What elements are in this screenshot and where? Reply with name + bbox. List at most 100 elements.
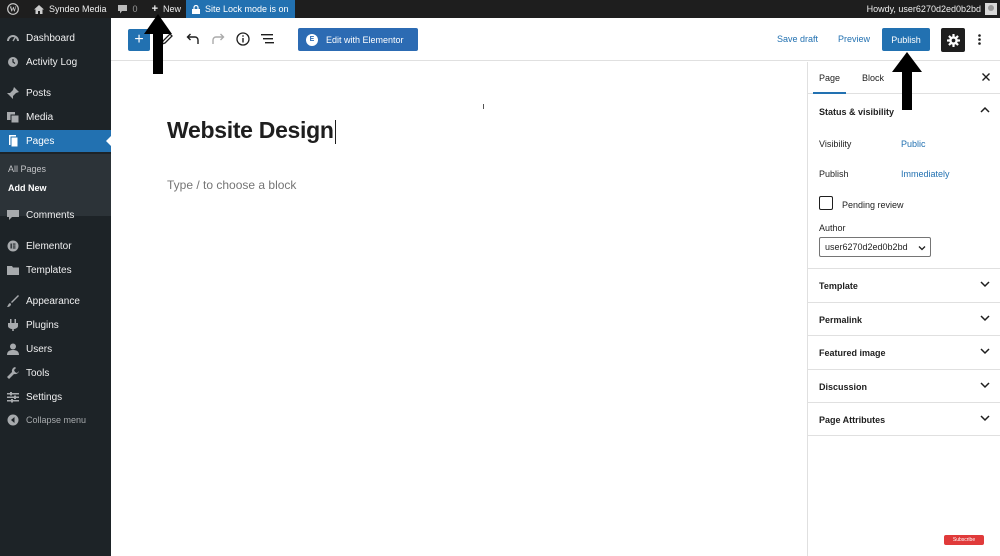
close-panel-button[interactable] — [980, 71, 992, 83]
site-name: Syndeo Media — [49, 4, 107, 14]
publish-label: Publish — [819, 169, 849, 179]
subscribe-badge[interactable]: Subscribe — [944, 535, 984, 545]
section-title: Featured image — [819, 348, 886, 358]
sidebar-item-label: Tools — [26, 367, 50, 379]
elementor-icon — [6, 239, 20, 253]
list-view-icon — [261, 34, 274, 44]
visibility-toggle[interactable]: Public — [901, 139, 926, 149]
sidebar-item-label: Templates — [26, 264, 72, 276]
redo-button[interactable] — [210, 31, 226, 47]
chevron-down-icon — [980, 314, 990, 324]
section-discussion[interactable]: Discussion — [808, 369, 1000, 403]
section-permalink[interactable]: Permalink — [808, 302, 1000, 336]
sidebar-item-pages[interactable]: Pages — [0, 130, 111, 152]
plus-icon: + — [134, 31, 144, 48]
sidebar-item-label: Comments — [26, 209, 75, 221]
collapse-arrow-icon — [6, 413, 20, 427]
comments-count: 0 — [132, 4, 138, 14]
comments-icon — [6, 208, 20, 222]
sidebar-item-elementor[interactable]: Elementor — [0, 235, 111, 257]
author-label: Author — [819, 223, 846, 233]
sidebar-item-tools[interactable]: Tools — [0, 362, 111, 384]
sidebar-item-label: Dashboard — [26, 32, 75, 44]
activity-log-icon — [6, 55, 20, 69]
editor-toolbar: + E Edit with Elementor Save draft Previ… — [111, 18, 1000, 61]
details-button[interactable] — [235, 31, 251, 47]
section-title: Page Attributes — [819, 415, 886, 425]
admin-sidebar: Dashboard Activity Log Posts Media Pages… — [0, 18, 111, 556]
sitelock-notice[interactable]: Site Lock mode is on — [186, 0, 295, 18]
sidebar-item-media[interactable]: Media — [0, 106, 111, 128]
dashboard-icon — [6, 31, 20, 45]
sidebar-item-label: Activity Log — [26, 56, 78, 68]
pending-review-label[interactable]: Pending review — [842, 200, 904, 210]
wordpress-logo-icon[interactable]: W — [0, 0, 24, 18]
chevron-down-icon — [980, 381, 990, 391]
sidebar-item-settings[interactable]: Settings — [0, 386, 111, 408]
status-visibility-heading[interactable]: Status & visibility — [819, 107, 894, 117]
pages-icon — [6, 134, 20, 148]
section-template[interactable]: Template — [808, 268, 1000, 302]
close-icon — [982, 73, 990, 81]
sidebar-item-activity-log[interactable]: Activity Log — [0, 51, 111, 73]
sidebar-item-dashboard[interactable]: Dashboard — [0, 27, 111, 49]
settings-icon — [6, 390, 20, 404]
annotation-arrow-icon — [144, 14, 172, 74]
sidebar-item-label: Users — [26, 343, 53, 355]
preview-button[interactable]: Preview — [838, 34, 870, 44]
author-select[interactable]: user6270d2ed0b2bd — [819, 237, 931, 257]
collapse-menu-label: Collapse menu — [26, 415, 87, 425]
tab-page[interactable]: Page — [812, 73, 847, 94]
publish-date-toggle[interactable]: Immediately — [901, 169, 950, 179]
block-placeholder[interactable]: Type / to choose a block — [167, 178, 296, 192]
edit-with-elementor-button[interactable]: E Edit with Elementor — [298, 28, 418, 51]
sidebar-item-comments[interactable]: Comments — [0, 204, 111, 226]
svg-text:W: W — [10, 6, 17, 14]
section-title: Permalink — [819, 315, 863, 325]
list-view-button[interactable] — [260, 31, 276, 47]
editor-canvas: Website Design Type / to choose a block — [111, 62, 807, 556]
submenu-all-pages[interactable]: All Pages — [8, 164, 46, 174]
more-vertical-icon — [977, 33, 981, 45]
text-caret — [334, 119, 336, 144]
lock-icon — [192, 4, 201, 14]
templates-folder-icon — [6, 263, 20, 277]
sidebar-item-templates[interactable]: Templates — [0, 259, 111, 281]
tab-block[interactable]: Block — [862, 73, 884, 83]
section-page-attributes[interactable]: Page Attributes — [808, 402, 1000, 436]
collapse-menu-button[interactable]: Collapse menu — [0, 409, 111, 431]
users-icon — [6, 342, 20, 356]
publish-button[interactable]: Publish — [882, 28, 930, 51]
sidebar-item-posts[interactable]: Posts — [0, 82, 111, 104]
page-title-text: Website Design — [167, 117, 334, 143]
site-name-link[interactable]: Syndeo Media — [24, 0, 112, 18]
undo-icon — [186, 33, 199, 44]
comments-link[interactable]: 0 — [112, 0, 143, 18]
sidebar-item-users[interactable]: Users — [0, 338, 111, 360]
my-account-link[interactable]: Howdy, user6270d2ed0b2bd — [862, 0, 1000, 18]
submenu-add-new[interactable]: Add New — [8, 183, 47, 193]
new-label: New — [163, 4, 182, 14]
sidebar-item-label: Plugins — [26, 319, 59, 331]
save-draft-button[interactable]: Save draft — [777, 34, 818, 44]
sitelock-label: Site Lock mode is on — [205, 4, 289, 14]
settings-panel: Page Block Status & visibility Visibilit… — [807, 62, 1000, 556]
elementor-icon: E — [306, 33, 318, 46]
visibility-label: Visibility — [819, 139, 852, 149]
sidebar-item-plugins[interactable]: Plugins — [0, 314, 111, 336]
options-button[interactable] — [972, 31, 986, 47]
plugins-icon — [6, 318, 20, 332]
sidebar-item-label: Appearance — [26, 295, 80, 307]
page-title-input[interactable]: Website Design — [167, 117, 336, 144]
section-featured-image[interactable]: Featured image — [808, 335, 1000, 369]
pending-review-checkbox[interactable] — [819, 196, 833, 210]
chevron-up-icon[interactable] — [980, 106, 990, 116]
section-title: Discussion — [819, 382, 868, 392]
howdy-text: Howdy, user6270d2ed0b2bd — [866, 4, 981, 14]
elementor-label: Edit with Elementor — [326, 34, 404, 45]
sidebar-item-appearance[interactable]: Appearance — [0, 290, 111, 312]
sidebar-item-label: Settings — [26, 391, 63, 403]
settings-toggle-button[interactable] — [941, 28, 965, 52]
sidebar-item-label: Pages — [26, 135, 55, 147]
undo-button[interactable] — [185, 31, 201, 47]
